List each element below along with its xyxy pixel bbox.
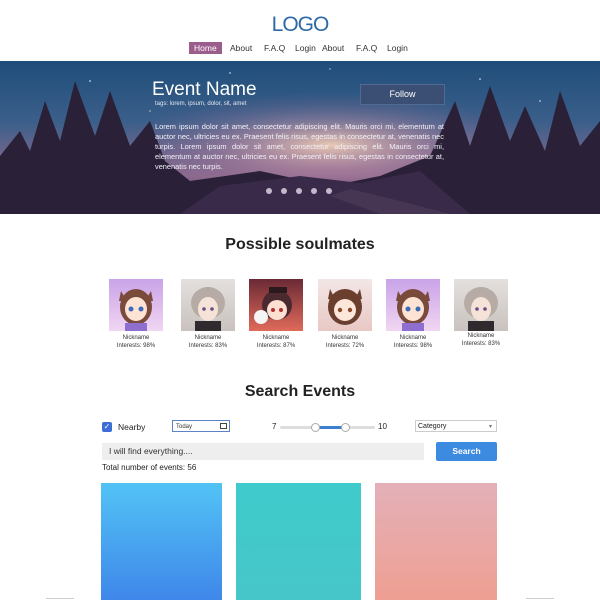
chevron-down-icon: ▾ bbox=[488, 424, 492, 430]
range-slider-min-handle[interactable] bbox=[311, 423, 320, 432]
follow-button[interactable]: Follow bbox=[360, 84, 445, 105]
category-value: Category bbox=[418, 423, 447, 430]
avatar-image bbox=[254, 287, 292, 324]
avatar-image bbox=[396, 289, 430, 331]
interests: Interests: 98% bbox=[393, 342, 433, 349]
avatar[interactable] bbox=[454, 279, 508, 331]
scroll-indicator-left bbox=[46, 598, 74, 599]
avatar-image bbox=[328, 289, 362, 325]
soulmates-title: Possible soulmates bbox=[225, 236, 375, 253]
category-select[interactable]: Category ▾ bbox=[415, 420, 497, 432]
nav-about-2[interactable]: About bbox=[322, 42, 344, 54]
soulmate-info: Nickname Interests: 98% bbox=[101, 335, 171, 350]
nickname: Nickname bbox=[399, 335, 427, 341]
range-slider-max-handle[interactable] bbox=[341, 423, 350, 432]
soulmate-info: Nickname Interests: 83% bbox=[446, 333, 516, 348]
avatar[interactable] bbox=[318, 279, 372, 331]
event-card[interactable] bbox=[375, 483, 497, 600]
event-title: Event Name bbox=[152, 79, 257, 100]
range-max-label: 10 bbox=[378, 422, 387, 431]
nickname: Nickname bbox=[467, 333, 495, 339]
avatar-image bbox=[191, 287, 225, 331]
nav-about[interactable]: About bbox=[230, 42, 252, 54]
nav-home[interactable]: Home bbox=[189, 42, 222, 54]
carousel-dot[interactable] bbox=[296, 188, 302, 194]
interests: Interests: 83% bbox=[188, 342, 228, 349]
soulmate-info: Nickname Interests: 87% bbox=[241, 335, 311, 350]
nickname: Nickname bbox=[331, 335, 359, 341]
event-description: Lorem ipsum dolor sit amet, consectetur … bbox=[155, 122, 444, 171]
nav-faq[interactable]: F.A.Q bbox=[264, 42, 285, 54]
nickname: Nickname bbox=[194, 335, 222, 341]
carousel-dot[interactable] bbox=[311, 188, 317, 194]
search-events-title: Search Events bbox=[244, 383, 356, 400]
check-icon: ✓ bbox=[103, 422, 111, 431]
nickname: Nickname bbox=[122, 335, 150, 341]
avatar[interactable] bbox=[181, 279, 235, 331]
avatar-image bbox=[119, 289, 153, 331]
avatar-image bbox=[464, 287, 498, 331]
nav-login-2[interactable]: Login bbox=[387, 42, 408, 54]
avatar[interactable] bbox=[109, 279, 163, 331]
avatar[interactable] bbox=[249, 279, 303, 331]
interests: Interests: 83% bbox=[461, 340, 501, 347]
soulmate-info: Nickname Interests: 98% bbox=[378, 335, 448, 350]
carousel-dot[interactable] bbox=[266, 188, 272, 194]
nav-faq-2[interactable]: F.A.Q bbox=[356, 42, 377, 54]
interests: Interests: 87% bbox=[256, 342, 296, 349]
hero-banner: Event Name tags: lorem, ipsum, dolor, si… bbox=[0, 61, 600, 214]
event-card[interactable] bbox=[236, 483, 361, 600]
scroll-indicator-right bbox=[526, 598, 554, 599]
total-events-count: Total number of events: 56 bbox=[102, 463, 197, 472]
avatar[interactable] bbox=[386, 279, 440, 331]
soulmate-info: Nickname Interests: 83% bbox=[173, 335, 243, 350]
nearby-label: Nearby bbox=[118, 422, 146, 432]
search-button[interactable]: Search bbox=[436, 442, 497, 461]
search-input[interactable]: I will find everything.... bbox=[102, 443, 424, 460]
carousel-dot[interactable] bbox=[281, 188, 287, 194]
event-card[interactable] bbox=[101, 483, 222, 600]
nav-login[interactable]: Login bbox=[295, 42, 316, 54]
soulmate-info: Nickname Interests: 72% bbox=[310, 335, 380, 350]
nearby-checkbox[interactable]: ✓ bbox=[102, 422, 112, 432]
date-picker[interactable]: Today bbox=[172, 420, 230, 432]
interests: Interests: 98% bbox=[116, 342, 156, 349]
interests: Interests: 72% bbox=[325, 342, 365, 349]
carousel-dot[interactable] bbox=[326, 188, 332, 194]
range-min-label: 7 bbox=[272, 422, 277, 431]
calendar-icon[interactable] bbox=[220, 423, 227, 429]
event-tags: tags: lorem, ipsum, dolor, sit, amet bbox=[155, 101, 247, 107]
date-value: Today bbox=[176, 424, 193, 430]
top-nav: Home About F.A.Q Login About F.A.Q Login bbox=[0, 42, 600, 56]
logo[interactable]: LOGO bbox=[0, 13, 600, 37]
nickname: Nickname bbox=[262, 335, 290, 341]
